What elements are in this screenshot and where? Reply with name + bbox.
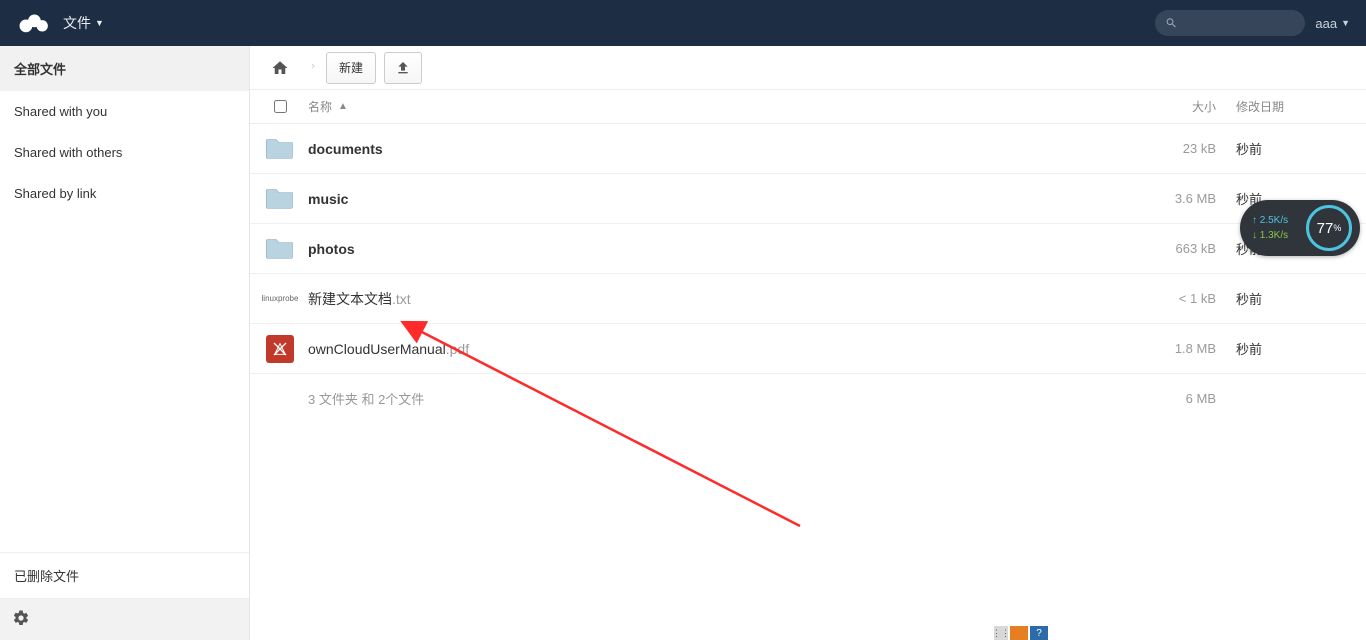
folder-icon [265,234,295,263]
app-switcher[interactable]: 文件 ▼ [55,13,112,33]
chevron-down-icon: ▼ [95,18,104,28]
table-row[interactable]: music3.6 MB秒前 [250,174,1366,224]
breadcrumb-bar: 新建 [250,46,1366,90]
file-date: 秒前 [1236,289,1356,308]
select-all-cell[interactable] [260,100,300,113]
app-header: 文件 ▼ aaa ▼ [0,0,1366,46]
file-size: < 1 kB [1146,291,1236,306]
network-gauge-widget[interactable]: ↑ 2.5K/s ↓ 1.3K/s 77% [1240,200,1360,256]
row-icon-cell: linuxprobe [260,294,300,303]
column-label: 大小 [1192,100,1216,114]
folder-icon [265,184,295,213]
table-row[interactable]: ownCloudUserManual.pdf1.8 MB秒前 [250,324,1366,374]
sidebar-item-shared-with-you[interactable]: Shared with you [0,91,249,132]
file-extension: .txt [392,291,411,307]
summary-text: 3 文件夹 和 2个文件 [308,392,424,407]
main-content: 新建 名称 ▲ 大小 修改日期 documents23 kB秒前music3.6… [250,46,1366,640]
row-icon-cell [260,335,300,363]
list-summary: 3 文件夹 和 2个文件 6 MB [250,374,1366,422]
download-speed: 1.3K/s [1260,230,1288,241]
gauge-speeds: ↑ 2.5K/s ↓ 1.3K/s [1252,215,1288,241]
upload-button[interactable] [384,52,422,84]
header-right: aaa ▼ [1155,10,1356,36]
search-box[interactable] [1155,10,1305,36]
file-date: 秒前 [1236,139,1356,158]
upload-speed: 2.5K/s [1260,215,1288,226]
tray-app-orange[interactable] [1010,626,1028,640]
breadcrumb-separator-icon [308,57,318,78]
nav-label: 已删除文件 [14,569,79,584]
row-icon-cell [260,234,300,263]
column-label: 修改日期 [1236,100,1284,114]
taskbar-tray: ⋮⋮ ? [994,626,1048,640]
sidebar-item-shared-by-link[interactable]: Shared by link [0,173,249,214]
select-all-checkbox[interactable] [274,100,287,113]
new-button[interactable]: 新建 [326,52,376,84]
nav-label: 全部文件 [14,62,66,77]
file-size: 1.8 MB [1146,341,1236,356]
arrow-down-icon: ↓ [1252,230,1260,241]
file-date: 秒前 [1236,339,1356,358]
table-row[interactable]: photos663 kB秒前 [250,224,1366,274]
table-row[interactable]: linuxprobe新建文本文档.txt< 1 kB秒前 [250,274,1366,324]
nav-label: Shared with you [14,104,107,119]
row-icon-cell [260,184,300,213]
file-size: 3.6 MB [1146,191,1236,206]
search-input[interactable] [1178,16,1295,30]
table-row[interactable]: documents23 kB秒前 [250,124,1366,174]
sidebar-item-shared-with-others[interactable]: Shared with others [0,132,249,173]
column-label: 名称 [308,98,332,115]
button-label: 新建 [339,59,363,76]
percent-symbol: % [1333,223,1341,233]
user-menu[interactable]: aaa ▼ [1315,16,1356,31]
column-name[interactable]: 名称 ▲ [300,98,1146,115]
column-date[interactable]: 修改日期 [1236,98,1356,115]
sidebar-spacer [0,214,249,552]
folder-icon [265,134,295,163]
gear-icon [12,609,30,630]
upload-icon [395,60,411,76]
sidebar: 全部文件 Shared with you Shared with others … [0,46,250,640]
search-icon [1165,16,1178,30]
file-name[interactable]: music [300,191,1146,207]
home-button[interactable] [260,51,300,85]
file-extension: .pdf [446,341,469,357]
nav-label: Shared by link [14,186,96,201]
user-name: aaa [1315,16,1337,31]
sidebar-item-all-files[interactable]: 全部文件 [0,46,249,91]
table-header: 名称 ▲ 大小 修改日期 [250,90,1366,124]
tray-grip-icon[interactable]: ⋮⋮ [994,626,1008,640]
column-size[interactable]: 大小 [1146,98,1236,115]
tray-app-help[interactable]: ? [1030,626,1048,640]
sort-asc-icon: ▲ [338,101,348,112]
file-name[interactable]: ownCloudUserManual.pdf [300,341,1146,357]
file-name[interactable]: photos [300,241,1146,257]
sidebar-item-trash[interactable]: 已删除文件 [0,552,249,598]
file-size: 663 kB [1146,241,1236,256]
chevron-down-icon: ▼ [1341,18,1350,28]
file-name[interactable]: 新建文本文档.txt [300,289,1146,309]
file-name[interactable]: documents [300,141,1146,157]
gauge-circle: 77% [1306,205,1352,251]
row-icon-cell [260,134,300,163]
pdf-icon [266,335,294,363]
logo-icon[interactable] [10,0,55,46]
sidebar-settings[interactable] [0,598,249,640]
nav-label: Shared with others [14,145,122,160]
file-size: 23 kB [1146,141,1236,156]
summary-size: 6 MB [1186,391,1216,406]
text-file-icon: linuxprobe [262,294,299,303]
file-list: documents23 kB秒前music3.6 MB秒前photos663 k… [250,124,1366,374]
gauge-percent: 77 [1317,220,1334,237]
arrow-up-icon: ↑ [1252,215,1260,226]
app-label: 文件 [63,13,91,33]
